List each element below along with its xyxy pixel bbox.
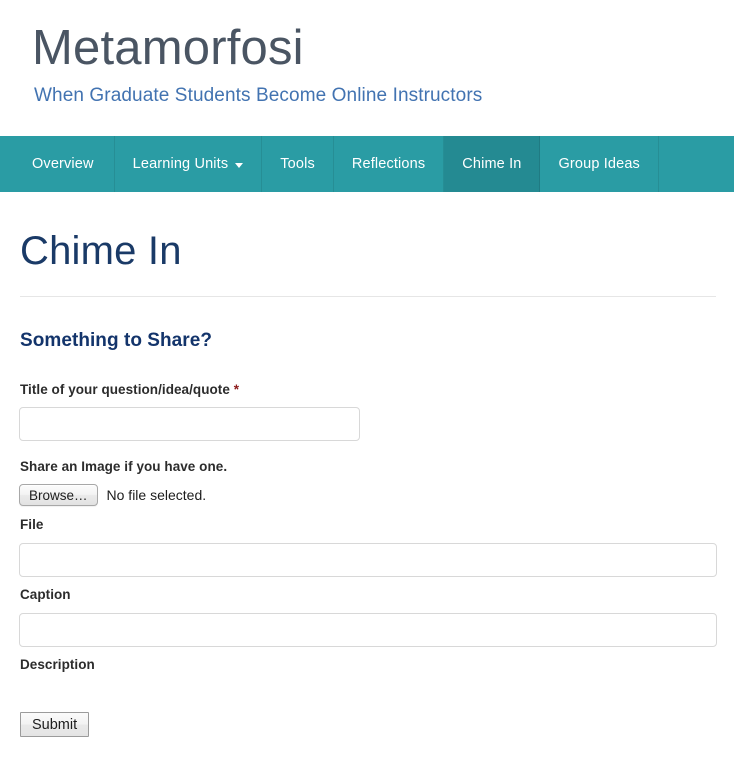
nav-item-label: Tools	[280, 156, 315, 172]
share-image-label: Share an Image if you have one.	[20, 459, 228, 474]
chime-in-form: Title of your question/idea/quote * Shar…	[19, 353, 717, 737]
nav-item-label: Group Ideas	[558, 156, 640, 172]
file-upload-row: Browse… No file selected.	[19, 484, 715, 506]
title-input[interactable]	[19, 407, 360, 441]
site-title: Metamorfosi	[32, 21, 304, 75]
description-field-label: Description	[20, 657, 95, 672]
page-title: Chime In	[20, 229, 182, 273]
nav-item-overview[interactable]: Overview	[0, 136, 115, 192]
main-navigation: Overview Learning Units Tools Reflection…	[0, 136, 734, 192]
title-field-label-text: Title of your question/idea/quote	[20, 382, 230, 397]
nav-item-label: Reflections	[351, 156, 426, 172]
file-field-label: File	[20, 517, 44, 532]
file-selected-status: No file selected.	[106, 487, 207, 503]
nav-item-learning-units[interactable]: Learning Units	[115, 136, 263, 192]
nav-empty-space	[659, 136, 734, 192]
chevron-down-icon	[235, 162, 244, 168]
nav-item-tools[interactable]: Tools	[262, 136, 334, 192]
main-content: Chime In Something to Share? Title of yo…	[0, 192, 734, 737]
browse-button[interactable]: Browse…	[19, 484, 98, 506]
nav-item-reflections[interactable]: Reflections	[334, 136, 445, 192]
submit-button[interactable]: Submit	[20, 712, 90, 737]
nav-item-label: Overview	[32, 156, 94, 172]
nav-item-chime-in[interactable]: Chime In	[444, 136, 541, 192]
caption-field-label: Caption	[20, 587, 71, 602]
nav-item-label: Chime In	[462, 156, 522, 172]
required-asterisk: *	[233, 382, 240, 397]
site-header: Metamorfosi When Graduate Students Becom…	[0, 0, 734, 118]
file-input[interactable]	[19, 543, 717, 577]
title-field-label: Title of your question/idea/quote *	[19, 353, 715, 399]
site-tagline: When Graduate Students Become Online Ins…	[34, 85, 483, 106]
nav-item-group-ideas[interactable]: Group Ideas	[540, 136, 659, 192]
section-heading: Something to Share?	[20, 330, 213, 351]
nav-item-label: Learning Units	[132, 156, 229, 172]
caption-input[interactable]	[19, 613, 717, 647]
